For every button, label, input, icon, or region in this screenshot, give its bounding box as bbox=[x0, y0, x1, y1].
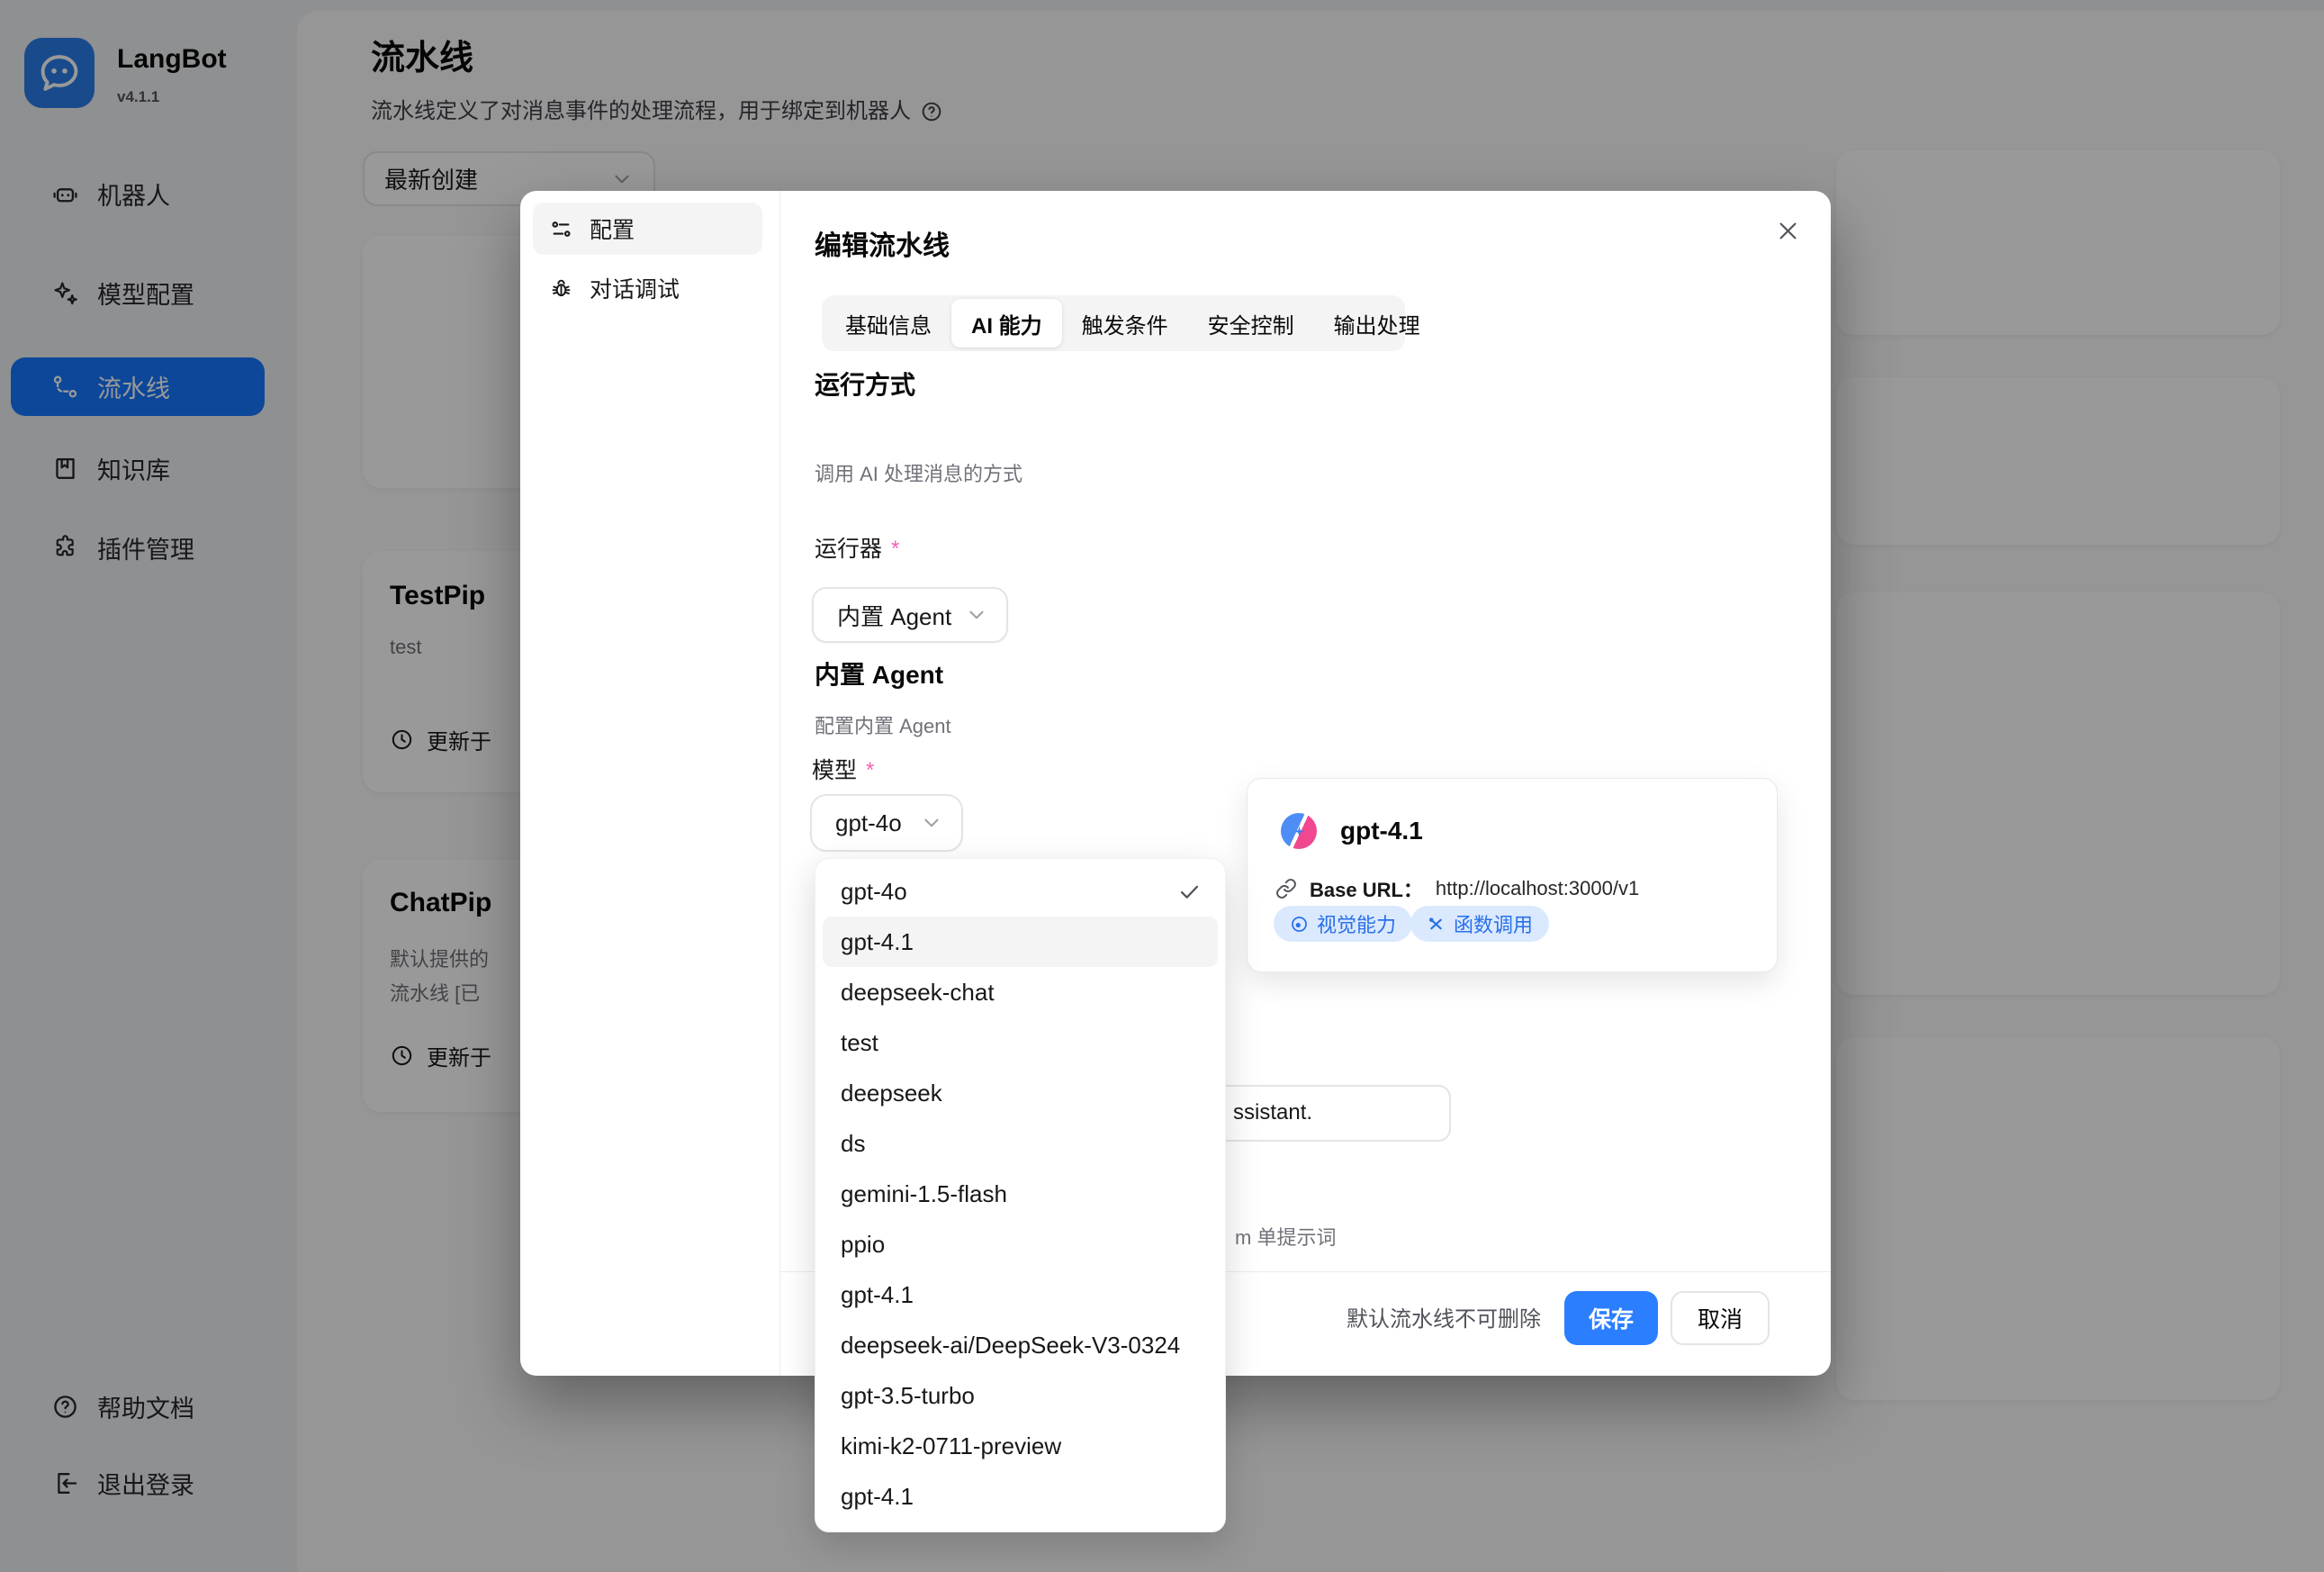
model-select[interactable]: gpt-4o bbox=[810, 794, 963, 852]
dropdown-option-gpt-4o[interactable]: gpt-4o bbox=[823, 866, 1218, 917]
check-icon bbox=[1177, 880, 1202, 904]
runner-select-value: 内置 Agent bbox=[837, 599, 951, 632]
close-icon[interactable] bbox=[1773, 216, 1802, 245]
tools-icon bbox=[1427, 915, 1446, 934]
link-icon bbox=[1275, 878, 1297, 899]
dropdown-option-deepseek-chat[interactable]: deepseek-chat bbox=[823, 967, 1218, 1017]
section-heading-builtin-agent: 内置 Agent bbox=[815, 659, 943, 691]
dropdown-option-gpt-3-5-turbo[interactable]: gpt-3.5-turbo bbox=[823, 1370, 1218, 1421]
model-select-value: gpt-4o bbox=[835, 809, 902, 837]
tab-basic-info[interactable]: 基础信息 bbox=[825, 299, 951, 348]
eye-icon bbox=[1290, 915, 1309, 934]
chevron-down-icon bbox=[920, 811, 943, 835]
model-field-label: 模型* bbox=[812, 756, 874, 785]
section-heading-run-mode: 运行方式 bbox=[815, 369, 915, 402]
sliders-icon bbox=[549, 217, 573, 241]
dropdown-option-deepseek-v3[interactable]: deepseek-ai/DeepSeek-V3-0324 bbox=[823, 1320, 1218, 1370]
vision-capability-badge: 视觉能力 bbox=[1274, 906, 1412, 942]
save-button[interactable]: 保存 bbox=[1564, 1291, 1658, 1345]
base-url-row: Base URL： http://localhost:3000/v1 bbox=[1275, 874, 1639, 903]
modal-divider bbox=[779, 191, 780, 1376]
tab-trigger-conditions[interactable]: 触发条件 bbox=[1062, 299, 1188, 348]
tab-output-processing[interactable]: 输出处理 bbox=[1314, 299, 1440, 348]
section-desc-builtin-agent: 配置内置 Agent bbox=[815, 713, 951, 740]
dropdown-option-test[interactable]: test bbox=[823, 1017, 1218, 1068]
model-dropdown-list: gpt-4o gpt-4.1 deepseek-chat test deepse… bbox=[815, 858, 1226, 1532]
modal-nav-chat-debug[interactable]: 对话调试 bbox=[533, 262, 762, 314]
dropdown-option-ds[interactable]: ds bbox=[823, 1118, 1218, 1169]
base-url-label: Base URL： bbox=[1310, 874, 1423, 903]
runner-field-label: 运行器* bbox=[815, 535, 899, 564]
modal-tabs: 基础信息 AI 能力 触发条件 安全控制 输出处理 bbox=[822, 295, 1405, 351]
section-desc-run-mode: 调用 AI 处理消息的方式 bbox=[815, 461, 1022, 488]
dropdown-option-gemini-1-5-flash[interactable]: gemini-1.5-flash bbox=[823, 1169, 1218, 1219]
model-name: gpt-4.1 bbox=[1340, 815, 1423, 847]
modal-title: 编辑流水线 bbox=[815, 229, 950, 265]
runner-select[interactable]: 内置 Agent bbox=[812, 587, 1008, 643]
cancel-button[interactable]: 取消 bbox=[1671, 1291, 1770, 1345]
chevron-down-icon bbox=[965, 603, 988, 627]
system-prompt-text: ssistant. bbox=[1233, 1098, 1312, 1127]
dropdown-option-ppio[interactable]: ppio bbox=[823, 1219, 1218, 1269]
modal-nav-label: 对话调试 bbox=[590, 272, 680, 304]
screen: LangBot v4.1.1 机器人 模型配置 流水线 bbox=[0, 0, 2324, 1572]
dropdown-option-deepseek[interactable]: deepseek bbox=[823, 1068, 1218, 1118]
base-url-value: http://localhost:3000/v1 bbox=[1436, 877, 1639, 900]
model-provider-logo-icon bbox=[1281, 813, 1317, 849]
required-mark: * bbox=[891, 535, 899, 564]
modal-nav-label: 配置 bbox=[590, 212, 635, 245]
model-info-popover: gpt-4.1 Base URL： http://localhost:3000/… bbox=[1247, 778, 1778, 972]
prompt-description-text: m 单提示词 bbox=[1235, 1224, 1336, 1251]
tab-ai-capability[interactable]: AI 能力 bbox=[951, 299, 1062, 348]
function-calling-badge: 函数调用 bbox=[1410, 906, 1549, 942]
modal-nav-config[interactable]: 配置 bbox=[533, 203, 762, 255]
dropdown-option-kimi-k2[interactable]: kimi-k2-0711-preview bbox=[823, 1421, 1218, 1471]
dropdown-option-gpt-4-1-2[interactable]: gpt-4.1 bbox=[823, 1269, 1218, 1320]
bug-icon bbox=[549, 276, 573, 301]
dropdown-option-gpt-4-1[interactable]: gpt-4.1 bbox=[823, 917, 1218, 967]
tab-security-control[interactable]: 安全控制 bbox=[1188, 299, 1314, 348]
required-mark: * bbox=[866, 756, 874, 785]
dropdown-option-gpt-4-1-3[interactable]: gpt-4.1 bbox=[823, 1471, 1218, 1522]
